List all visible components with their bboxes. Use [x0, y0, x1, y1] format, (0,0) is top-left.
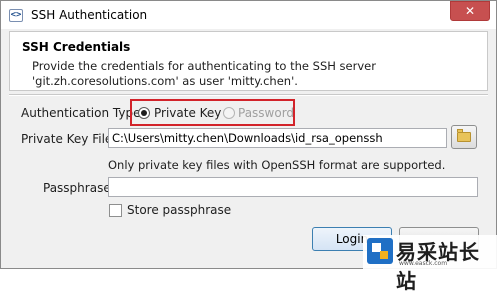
passphrase-label: Passphrase: — [43, 181, 115, 195]
private-key-hint: Only private key files with OpenSSH form… — [108, 158, 446, 172]
radio-password-label[interactable]: Password — [238, 106, 294, 120]
passphrase-input[interactable] — [108, 177, 478, 197]
radio-password[interactable] — [223, 107, 235, 119]
eclipse-app-icon: <> — [9, 9, 23, 22]
private-key-label: Private Key File: — [21, 132, 117, 146]
radio-private-key-label[interactable]: Private Key — [154, 106, 221, 120]
header-title: SSH Credentials — [22, 40, 131, 54]
folder-icon — [457, 129, 471, 142]
header-separator — [9, 94, 488, 96]
store-passphrase-checkbox[interactable] — [109, 204, 122, 217]
radio-private-key[interactable] — [138, 107, 150, 119]
close-icon: ✕ — [464, 4, 476, 18]
header-description: Provide the credentials for authenticati… — [32, 59, 376, 88]
ssh-auth-dialog: <> SSH Authentication ✕ SSH Credentials … — [0, 0, 497, 269]
watermark-subtext: www.easck.com — [399, 260, 448, 267]
private-key-input[interactable]: C:\Users\mitty.chen\Downloads\id_rsa_ope… — [108, 128, 447, 148]
store-passphrase-label[interactable]: Store passphrase — [127, 203, 231, 217]
watermark-logo-icon — [367, 238, 393, 264]
auth-type-label: Authentication Type: — [21, 106, 145, 120]
title-bar: <> SSH Authentication ✕ — [1, 1, 496, 29]
dialog-header: SSH Credentials Provide the credentials … — [9, 31, 488, 91]
window-title: SSH Authentication — [31, 8, 148, 22]
browse-button[interactable] — [451, 125, 477, 149]
watermark: 易采站长站 www.easck.com — [363, 235, 497, 293]
close-button[interactable]: ✕ — [450, 1, 490, 21]
